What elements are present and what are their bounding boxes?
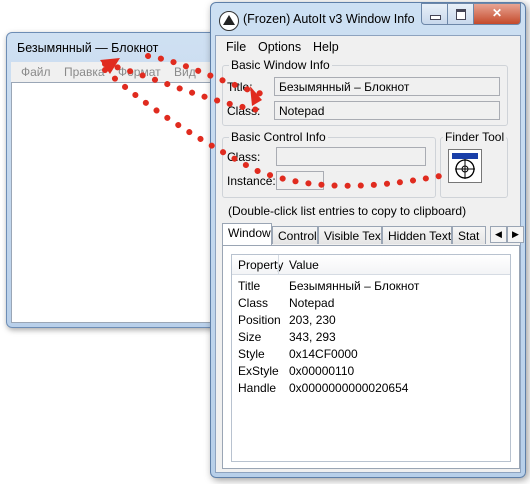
basic-window-info-legend: Basic Window Info xyxy=(231,58,330,72)
column-property[interactable]: Property xyxy=(238,258,283,272)
list-item[interactable]: Handle 0x0000000000020654 xyxy=(232,379,510,396)
list-item[interactable]: Title Безымянный – Блокнот xyxy=(232,277,510,294)
instance-field[interactable] xyxy=(276,171,324,190)
title-field[interactable]: Безымянный – Блокнот xyxy=(274,77,500,96)
tab-scroll-right-icon[interactable]: ▶ xyxy=(507,226,524,243)
notepad-menu-file[interactable]: Файл xyxy=(21,65,51,79)
menu-help[interactable]: Help xyxy=(313,40,339,54)
tab-hidden-text[interactable]: Hidden Text xyxy=(382,226,452,244)
tab-control[interactable]: Control xyxy=(272,226,318,244)
finder-tool-legend: Finder Tool xyxy=(445,130,505,144)
list-header: Property Value xyxy=(232,255,510,275)
tab-window[interactable]: Window xyxy=(222,223,272,245)
class-label: Class: xyxy=(227,104,261,118)
notepad-window: Безымянный — Блокнот Файл Правка Формат … xyxy=(6,32,240,328)
notepad-title: Безымянный — Блокнот xyxy=(17,41,159,55)
list-item[interactable]: Position 203, 230 xyxy=(232,311,510,328)
clipboard-hint: (Double-click list entries to copy to cl… xyxy=(228,204,467,218)
list-item[interactable]: Size 343, 293 xyxy=(232,328,510,345)
minimize-button[interactable] xyxy=(421,3,448,25)
list-item[interactable]: ExStyle 0x00000110 xyxy=(232,362,510,379)
tab-panel: Property Value Title Безымянный – Блокнот… xyxy=(222,245,520,469)
tab-scroll-left-icon[interactable]: ◀ xyxy=(490,226,507,243)
notepad-menu-edit[interactable]: Правка xyxy=(64,65,105,79)
menu-options[interactable]: Options xyxy=(258,40,301,54)
tab-visible-text[interactable]: Visible Text xyxy=(318,226,382,244)
window-title: (Frozen) AutoIt v3 Window Info xyxy=(243,12,415,26)
autoit-window: (Frozen) AutoIt v3 Window Info ✕ File Op… xyxy=(210,2,526,478)
close-button[interactable]: ✕ xyxy=(473,3,521,25)
title-label: Title: xyxy=(227,80,253,94)
tab-scroll-arrows: ◀ ▶ xyxy=(490,226,524,243)
basic-control-info-legend: Basic Control Info xyxy=(231,130,326,144)
tab-strip: Window Control Visible Text Hidden Text … xyxy=(222,223,524,245)
column-value[interactable]: Value xyxy=(289,258,319,272)
notepad-menubar: Файл Правка Формат Вид xyxy=(11,62,235,82)
property-list[interactable]: Property Value Title Безымянный – Блокнот… xyxy=(231,254,511,462)
notepad-menu-format[interactable]: Формат xyxy=(118,65,161,79)
notepad-menu-view[interactable]: Вид xyxy=(174,65,196,79)
window-body: File Options Help Basic Window Info Titl… xyxy=(215,35,524,473)
list-item[interactable]: Style 0x14CF0000 xyxy=(232,345,510,362)
control-class-field[interactable] xyxy=(276,147,426,166)
finder-tool-crosshair-icon[interactable] xyxy=(448,149,482,183)
control-class-label: Class: xyxy=(227,150,261,164)
notepad-text-area[interactable] xyxy=(11,82,235,323)
instance-label: Instance: xyxy=(227,174,276,188)
tab-statusbar[interactable]: Stat xyxy=(452,226,486,244)
list-item[interactable]: Class Notepad xyxy=(232,294,510,311)
menubar: File Options Help xyxy=(216,36,520,56)
autoit-logo-icon xyxy=(219,11,239,31)
maximize-button[interactable] xyxy=(447,3,474,25)
menu-file[interactable]: File xyxy=(226,40,246,54)
class-field[interactable]: Notepad xyxy=(274,101,500,120)
